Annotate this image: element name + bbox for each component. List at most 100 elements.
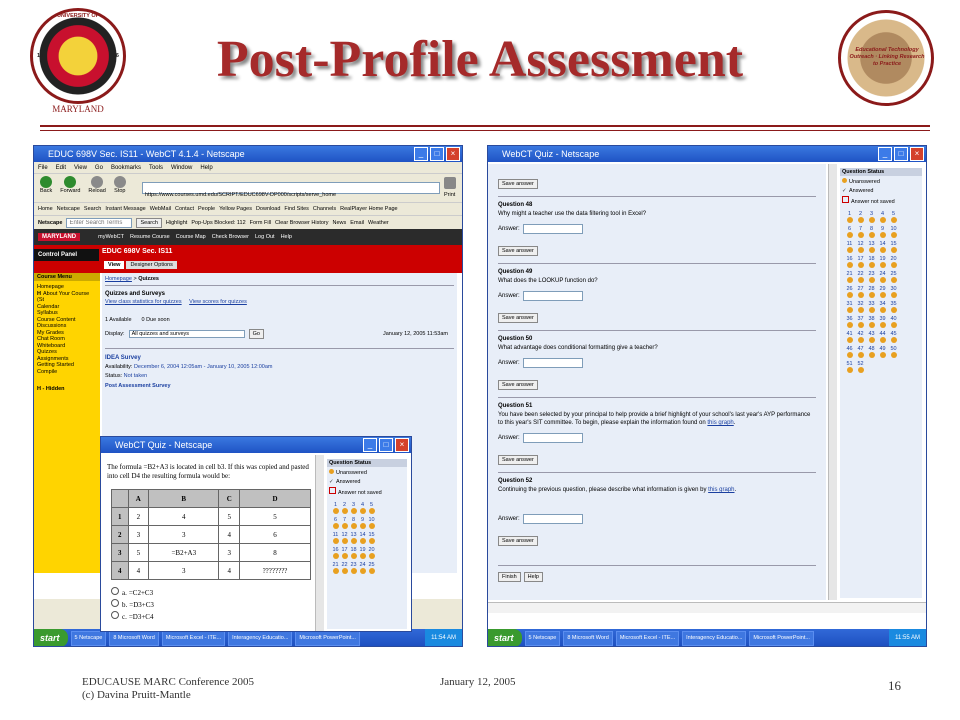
graph-link[interactable]: this graph (707, 420, 733, 426)
question-number-link[interactable]: 24 (358, 562, 367, 568)
menu-file[interactable]: File (38, 165, 48, 171)
question-status-item[interactable]: 50 (888, 346, 899, 358)
maximize-icon[interactable]: □ (430, 147, 444, 161)
answer-input[interactable] (522, 514, 583, 524)
menu-bookmarks[interactable]: Bookmarks (111, 165, 141, 171)
question-number-link[interactable]: 19 (358, 547, 367, 553)
question-number-link[interactable]: 12 (340, 532, 349, 538)
question-status-item[interactable]: 46 (844, 346, 855, 358)
question-number-link[interactable]: 28 (866, 286, 877, 292)
question-status-item[interactable]: 30 (888, 286, 899, 298)
tab-view[interactable]: View (104, 261, 125, 269)
question-number-link[interactable]: 21 (331, 562, 340, 568)
question-number-link[interactable]: 21 (844, 271, 855, 277)
back-button[interactable]: Back (40, 176, 52, 194)
question-number-link[interactable]: 44 (877, 331, 888, 337)
question-status-item[interactable]: 22 (855, 271, 866, 283)
webct-nav-log-out[interactable]: Log Out (255, 234, 275, 240)
radio-icon[interactable] (111, 611, 119, 619)
question-number-link[interactable]: 39 (877, 316, 888, 322)
question-number-link[interactable]: 8 (349, 517, 358, 523)
question-status-item[interactable]: 18 (349, 547, 358, 559)
close-icon[interactable]: × (446, 147, 460, 161)
question-number-link[interactable]: 4 (877, 211, 888, 217)
question-number-link[interactable]: 19 (877, 256, 888, 262)
menu-go[interactable]: Go (95, 165, 103, 171)
question-status-item[interactable]: 12 (855, 241, 866, 253)
course-menu-item-about-your-course-st[interactable]: H About Your Course (St (37, 291, 97, 304)
question-status-item[interactable]: 20 (888, 256, 899, 268)
question-status-item[interactable]: 3 (866, 211, 877, 223)
question-number-link[interactable]: 14 (877, 241, 888, 247)
question-status-item[interactable]: 14 (358, 532, 367, 544)
graph-link[interactable]: this graph (708, 487, 734, 493)
webct-nav-help[interactable]: Help (281, 234, 292, 240)
go-button[interactable]: Go (248, 329, 264, 339)
taskbar-item-microsoft-powerpoint[interactable]: Microsoft PowerPoint... (749, 630, 814, 646)
idea-survey-title[interactable]: IDEA Survey (102, 352, 457, 361)
question-status-item[interactable]: 2 (340, 502, 349, 514)
question-status-item[interactable]: 29 (877, 286, 888, 298)
question-number-link[interactable]: 51 (844, 361, 855, 367)
question-number-link[interactable]: 41 (844, 331, 855, 337)
question-status-item[interactable]: 7 (340, 517, 349, 529)
question-number-link[interactable]: 23 (866, 271, 877, 277)
question-number-link[interactable]: 49 (877, 346, 888, 352)
reload-button[interactable]: Reload (88, 176, 106, 194)
question-number-link[interactable]: 25 (367, 562, 376, 568)
url-bar[interactable]: https://www.courses.umd.edu/SCRIPT/EDUC6… (142, 182, 440, 198)
question-number-link[interactable]: 47 (855, 346, 866, 352)
question-number-link[interactable]: 11 (331, 532, 340, 538)
course-menu-item-compile[interactable]: Compile (37, 369, 97, 376)
finish-button[interactable]: Finish (498, 572, 521, 582)
display-select[interactable]: All quizzes and surveys (128, 330, 245, 338)
question-status-item[interactable]: 21 (331, 562, 340, 574)
question-number-link[interactable]: 17 (855, 256, 866, 262)
question-number-link[interactable]: 1 (844, 211, 855, 217)
question-number-link[interactable]: 36 (844, 316, 855, 322)
webct-nav-resume-course[interactable]: Resume Course (130, 234, 170, 240)
minimize-icon[interactable]: _ (878, 147, 892, 161)
question-status-item[interactable]: 4 (877, 211, 888, 223)
question-status-item[interactable]: 13 (866, 241, 877, 253)
maximize-icon[interactable]: □ (379, 438, 393, 452)
question-number-link[interactable]: 20 (367, 547, 376, 553)
answer-input[interactable] (522, 224, 583, 234)
question-status-item[interactable]: 9 (877, 226, 888, 238)
bookmark-home[interactable]: Home (38, 206, 53, 212)
question-status-item[interactable]: 49 (877, 346, 888, 358)
question-status-item[interactable]: 28 (866, 286, 877, 298)
email-button[interactable]: Email (350, 220, 364, 226)
menu-window[interactable]: Window (171, 165, 192, 171)
question-status-item[interactable]: 44 (877, 331, 888, 343)
menu-view[interactable]: View (74, 165, 87, 171)
question-status-item[interactable]: 5 (888, 211, 899, 223)
question-status-item[interactable]: 9 (358, 517, 367, 529)
question-status-item[interactable]: 19 (877, 256, 888, 268)
question-status-item[interactable]: 10 (367, 517, 376, 529)
question-status-item[interactable]: 7 (855, 226, 866, 238)
question-number-link[interactable]: 37 (855, 316, 866, 322)
answer-input[interactable] (522, 291, 583, 301)
question-status-item[interactable]: 42 (855, 331, 866, 343)
question-status-item[interactable]: 11 (844, 241, 855, 253)
save-answer-button[interactable]: Save answer (498, 313, 538, 323)
question-status-item[interactable]: 17 (340, 547, 349, 559)
question-number-link[interactable]: 3 (866, 211, 877, 217)
question-number-link[interactable]: 31 (844, 301, 855, 307)
question-status-item[interactable]: 25 (367, 562, 376, 574)
question-number-link[interactable]: 23 (349, 562, 358, 568)
bookmark-channels[interactable]: Channels (313, 206, 336, 212)
question-status-item[interactable]: 5 (367, 502, 376, 514)
question-number-link[interactable]: 1 (331, 502, 340, 508)
highlight-button[interactable]: Highlight (166, 220, 187, 226)
question-status-item[interactable]: 1 (844, 211, 855, 223)
question-number-link[interactable]: 14 (358, 532, 367, 538)
webct-nav-mywebct[interactable]: myWebCT (98, 234, 124, 240)
question-status-item[interactable]: 8 (866, 226, 877, 238)
question-status-item[interactable]: 27 (855, 286, 866, 298)
question-number-link[interactable]: 22 (340, 562, 349, 568)
breadcrumb-home[interactable]: Homepage (105, 276, 132, 282)
answer-input[interactable] (522, 358, 583, 368)
start-button[interactable]: start (488, 629, 522, 646)
